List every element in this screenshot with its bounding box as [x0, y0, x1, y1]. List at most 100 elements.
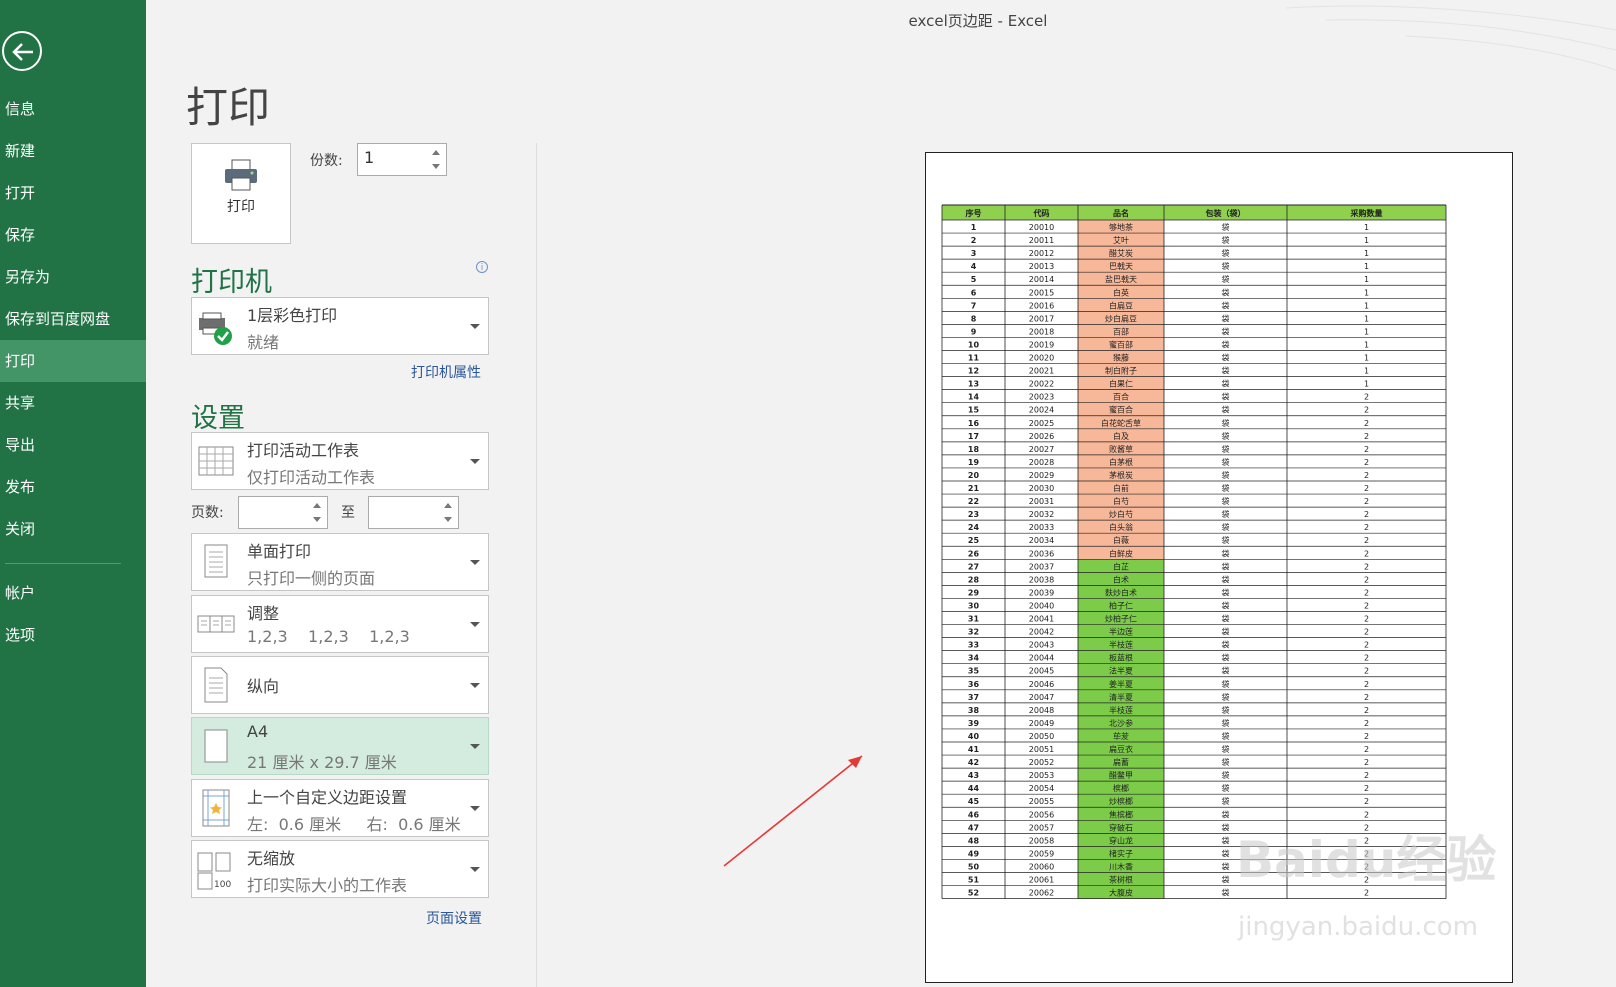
preview-table-cell: 2	[1364, 745, 1369, 754]
preview-table-cell: 袋	[1222, 405, 1230, 415]
scaling-dropdown[interactable]: 100 无缩放 打印实际大小的工作表	[191, 840, 489, 898]
preview-table-cell: 袋	[1222, 861, 1230, 871]
printer-properties-link[interactable]: 打印机属性	[411, 362, 481, 382]
stepper-down-icon[interactable]	[444, 517, 452, 522]
chevron-down-icon	[470, 867, 480, 872]
preview-table-cell: 袋	[1222, 705, 1230, 715]
preview-table-cell: 2	[1364, 797, 1369, 806]
preview-table-cell: 2	[1364, 510, 1369, 519]
chevron-down-icon	[470, 560, 480, 565]
preview-table-cell: 半边莲	[1109, 627, 1133, 637]
preview-table-cell: 炒槟榔	[1109, 796, 1133, 806]
preview-table-cell: 20027	[1029, 445, 1054, 454]
preview-table-cell: 2	[1364, 784, 1369, 793]
preview-table-cell: 袋	[1222, 875, 1230, 885]
paper-size-dropdown[interactable]: A4 21 厘米 x 29.7 厘米	[191, 717, 489, 775]
preview-table-cell: 20041	[1029, 615, 1054, 624]
preview-table-cell: 11	[968, 354, 980, 363]
print-button[interactable]: 打印	[191, 143, 291, 244]
preview-table-cell: 24	[968, 523, 980, 532]
back-arrow-icon[interactable]	[2, 31, 42, 71]
preview-table-cell: 20047	[1029, 693, 1054, 702]
sidebar-item-save-to-baidu[interactable]: 保存到百度网盘	[0, 298, 146, 340]
preview-table-cell: 7	[971, 301, 977, 310]
preview-table-cell: 袋	[1222, 796, 1230, 806]
preview-table-cell: 袋	[1222, 627, 1230, 637]
sidebar-item-account[interactable]: 帐户	[0, 572, 146, 614]
printer-name: 1层彩色打印	[247, 306, 338, 325]
preview-table-cell: 1	[1364, 301, 1369, 310]
preview-table-cell: 1	[1364, 275, 1369, 284]
preview-table-cell: 1	[1364, 340, 1369, 349]
preview-table-cell: 2	[1364, 628, 1369, 637]
preview-table-cell: 36	[968, 680, 980, 689]
collated-pages-icon	[197, 615, 235, 633]
info-icon[interactable]: i	[476, 261, 488, 273]
preview-table-cell: 20032	[1029, 510, 1054, 519]
preview-table-cell: 18	[968, 445, 980, 454]
preview-table-cell: 袋	[1222, 457, 1230, 467]
copies-stepper[interactable]: 1	[357, 143, 447, 176]
preview-table-cell: 14	[968, 393, 980, 402]
sidebar-item-share[interactable]: 共享	[0, 382, 146, 424]
copies-label: 份数:	[310, 153, 343, 169]
stepper-down-icon[interactable]	[313, 517, 321, 522]
preview-table-cell: 20031	[1029, 497, 1054, 506]
sidebar-item-new[interactable]: 新建	[0, 130, 146, 172]
sidebar-item-save[interactable]: 保存	[0, 214, 146, 256]
preview-table-cell: 2	[1364, 432, 1369, 441]
preview-table-cell: 2	[1364, 562, 1369, 571]
preview-table-cell: 盐巴戟天	[1105, 274, 1137, 284]
stepper-down-icon[interactable]	[432, 164, 440, 169]
backstage-sidebar: 信息 新建 打开 保存 另存为 保存到百度网盘 打印 共享 导出 发布 关闭 帐…	[0, 0, 146, 987]
preview-table-cell: 3	[971, 249, 977, 258]
sidebar-item-export[interactable]: 导出	[0, 424, 146, 466]
stepper-up-icon[interactable]	[432, 150, 440, 155]
sidebar-item-save-as[interactable]: 另存为	[0, 256, 146, 298]
margins-dropdown[interactable]: 上一个自定义边距设置 左: 0.6 厘米 右: 0.6 厘米	[191, 779, 489, 837]
sidebar-item-open[interactable]: 打开	[0, 172, 146, 214]
printer-dropdown[interactable]: 1层彩色打印 就绪	[191, 297, 489, 355]
sidebar-item-options[interactable]: 选项	[0, 614, 146, 656]
printer-status-icon	[199, 312, 232, 345]
pages-from-input[interactable]	[238, 496, 328, 529]
preview-table-cell: 20029	[1029, 471, 1054, 480]
preview-table-cell: 20055	[1029, 797, 1054, 806]
sidebar-item-info[interactable]: 信息	[0, 88, 146, 130]
preview-table-cell: 46	[968, 810, 980, 819]
sides-dropdown[interactable]: 单面打印 只打印一侧的页面	[191, 533, 489, 591]
pages-to-input[interactable]	[368, 496, 459, 529]
preview-table-cell: 2	[1364, 419, 1369, 428]
preview-table-cell: 楮实子	[1109, 848, 1133, 858]
preview-table-cell: 焦槟榔	[1109, 809, 1133, 819]
sidebar-item-close[interactable]: 关闭	[0, 508, 146, 550]
sidebar-item-print[interactable]: 打印	[0, 340, 146, 382]
sheet-grid-icon	[198, 446, 234, 476]
preview-table-cell: 扁蓄	[1113, 757, 1129, 767]
stepper-up-icon[interactable]	[444, 503, 452, 508]
panel-divider	[536, 143, 537, 987]
stepper-up-icon[interactable]	[313, 503, 321, 508]
print-what-dropdown[interactable]: 打印活动工作表 仅打印活动工作表	[191, 432, 489, 490]
page-setup-link[interactable]: 页面设置	[426, 908, 482, 928]
watermark-url: jingyan.baidu.com	[1238, 912, 1478, 942]
collate-dropdown[interactable]: 调整 1,2,3 1,2,3 1,2,3	[191, 595, 489, 653]
preview-table-cell: 20036	[1029, 549, 1054, 558]
preview-table-cell: 39	[968, 719, 980, 728]
preview-table-cell: 袋	[1222, 822, 1230, 832]
preview-table-cell: 20039	[1029, 588, 1054, 597]
orientation-dropdown[interactable]: 纵向	[191, 656, 489, 714]
preview-table-cell: 袋	[1222, 483, 1230, 493]
print-what-subtitle: 仅打印活动工作表	[247, 468, 376, 487]
preview-table-cell: 20021	[1029, 367, 1054, 376]
preview-table-cell: 1	[1364, 223, 1369, 232]
preview-table-cell: 袋	[1222, 300, 1230, 310]
copies-value: 1	[364, 148, 375, 167]
preview-table-cell: 袋	[1222, 470, 1230, 480]
chevron-down-icon	[470, 622, 480, 627]
preview-table-cell: 27	[968, 562, 979, 571]
preview-table-cell: 袋	[1222, 692, 1230, 702]
sidebar-item-publish[interactable]: 发布	[0, 466, 146, 508]
preview-table-cell: 10	[968, 340, 980, 349]
preview-table-cell: 袋	[1222, 888, 1230, 898]
